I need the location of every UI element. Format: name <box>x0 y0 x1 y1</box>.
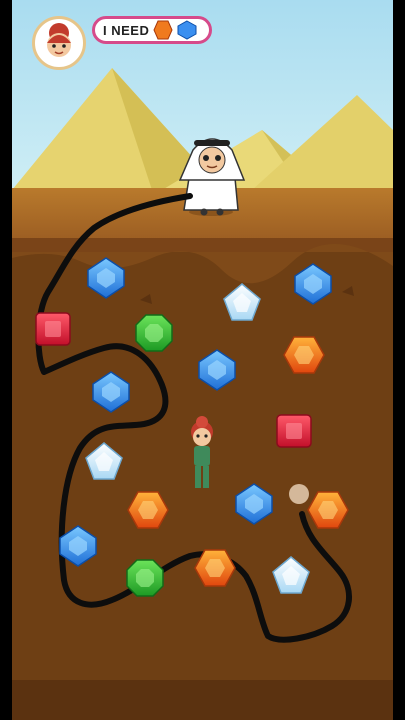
gem-field <box>35 257 349 597</box>
blue-gem[interactable] <box>87 257 125 299</box>
blue-gem[interactable] <box>235 483 273 525</box>
orange-gem[interactable] <box>307 491 349 529</box>
need-label: I NEED <box>103 22 150 38</box>
blue-gem[interactable] <box>59 525 97 567</box>
orange-gem[interactable] <box>127 491 169 529</box>
blue-gem-icon <box>177 20 197 40</box>
orange-gem[interactable] <box>194 549 236 587</box>
need-bubble: I NEED <box>92 16 212 44</box>
red-gem[interactable] <box>276 414 312 448</box>
blue-gem[interactable] <box>92 371 130 413</box>
player-avatar <box>32 16 86 70</box>
green-gem[interactable] <box>135 314 173 352</box>
orange-gem[interactable] <box>283 336 325 374</box>
blue-gem[interactable] <box>294 263 332 305</box>
red-gem[interactable] <box>35 312 71 346</box>
white-gem[interactable] <box>272 556 310 594</box>
girl-face-icon <box>47 23 71 57</box>
white-gem[interactable] <box>223 283 261 321</box>
game-stage: I NEED <box>12 0 393 720</box>
blue-gem[interactable] <box>198 349 236 391</box>
orange-gem-icon <box>153 20 173 40</box>
green-gem[interactable] <box>126 559 164 597</box>
white-gem[interactable] <box>85 442 123 480</box>
